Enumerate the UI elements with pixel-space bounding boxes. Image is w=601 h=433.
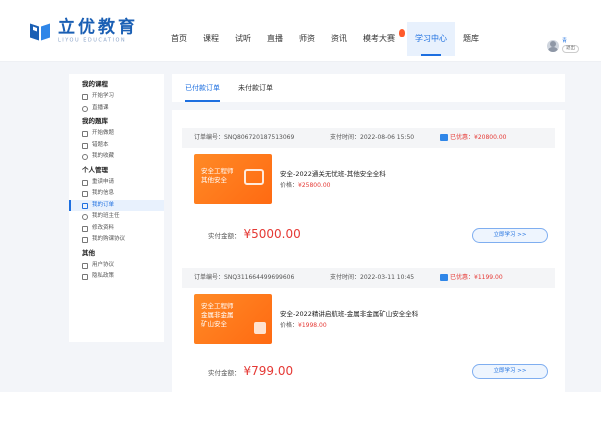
thumbnail-text: 安全工程师 其他安全	[201, 167, 234, 184]
sidebar-item-agreement[interactable]: 我的购课协议	[69, 234, 164, 246]
edit-icon	[82, 225, 88, 232]
paid-amount: 实付金额： ¥5000.00	[208, 227, 301, 241]
mine-cart-icon	[254, 322, 266, 334]
coupon-amount: 已优惠：¥20800.00	[450, 134, 507, 141]
main-nav: 首页 课程 试听 直播 师资 资讯 模考大赛 学习中心 题库	[163, 22, 487, 62]
order-header: 订单编号：SNQ311664499699606 支付时间：2022-03-11 …	[182, 268, 555, 288]
tab-paid-orders[interactable]: 已付款订单	[185, 74, 220, 102]
coupon-icon	[440, 134, 448, 141]
pencil-icon	[82, 131, 88, 137]
message-icon	[82, 191, 88, 197]
user-name[interactable]: 青	[562, 38, 579, 44]
sidebar-item-teacher[interactable]: 我的班主任	[69, 211, 164, 223]
nav-study-center[interactable]: 学习中心	[407, 22, 455, 56]
orders-panel: 订单编号：SNQ806720187513069 支付时间：2022-08-06 …	[172, 110, 565, 392]
book-icon	[82, 142, 88, 149]
person-icon	[82, 214, 88, 220]
order-number: 订单编号：SNQ806720187513069	[194, 134, 295, 141]
logout-button[interactable]: 退出	[562, 45, 579, 53]
logo[interactable]: 立优教育 LIYOU EDUCATION	[28, 19, 138, 44]
nav-trial[interactable]: 试听	[227, 22, 259, 56]
sidebar-group-personal: 个人管理	[82, 165, 108, 174]
brand-name: 立优教育	[58, 17, 138, 38]
course-thumbnail[interactable]: 安全工程师 其他安全	[194, 154, 272, 204]
play-icon	[82, 94, 88, 100]
pay-time: 支付时间：2022-08-06 15:50	[330, 134, 415, 141]
course-price: 价格：¥1998.00	[280, 322, 327, 329]
nav-news[interactable]: 资讯	[323, 22, 355, 56]
sidebar-group-questions: 我的题库	[82, 117, 108, 125]
order-header: 订单编号：SNQ806720187513069 支付时间：2022-08-06 …	[182, 128, 555, 148]
sidebar-item-start-study[interactable]: 开始学习	[69, 91, 164, 103]
course-price: 价格：¥25800.00	[280, 182, 331, 189]
order-icon	[82, 202, 88, 209]
course-thumbnail[interactable]: 安全工程师 金属非金属 矿山安全	[194, 294, 272, 344]
helmet-icon	[244, 169, 264, 185]
sidebar-item-messages[interactable]: 我的信息	[69, 188, 164, 200]
contract-icon	[82, 237, 88, 243]
document-icon	[82, 262, 88, 269]
sidebar-item-favorites[interactable]: 我的收藏	[69, 151, 164, 163]
course-title[interactable]: 安全-2022精讲启航班-金属非金属矿山安全全科	[280, 308, 418, 318]
sidebar-item-user-agreement[interactable]: 用户协议	[69, 260, 164, 272]
nav-mock-exam[interactable]: 模考大赛	[355, 22, 407, 56]
nav-home[interactable]: 首页	[163, 22, 195, 56]
sidebar: 我的课程 开始学习 直播课 我的题库 开始做题 错题本 我的收藏 个人管理 重读…	[69, 74, 164, 342]
order-number: 订单编号：SNQ311664499699606	[194, 274, 295, 281]
sidebar-item-start-practice[interactable]: 开始做题	[69, 128, 164, 140]
coupon-amount: 已优惠：¥1199.00	[450, 274, 503, 281]
coupon-icon	[440, 274, 448, 281]
logo-book-icon	[30, 23, 50, 40]
sidebar-item-privacy[interactable]: 隐私政策	[69, 271, 164, 283]
shield-icon	[82, 274, 88, 280]
star-icon	[82, 154, 88, 160]
nav-live[interactable]: 直播	[259, 22, 291, 56]
header: 立优教育 LIYOU EDUCATION 首页 课程 试听 直播 师资 资讯 模…	[0, 0, 601, 62]
order-tabs: 已付款订单 未付款订单	[172, 74, 565, 102]
live-icon	[82, 105, 88, 112]
document-icon	[82, 179, 88, 186]
study-now-button[interactable]: 立即学习 >>	[472, 364, 548, 379]
app: 立优教育 LIYOU EDUCATION 首页 课程 试听 直播 师资 资讯 模…	[0, 0, 601, 433]
thumbnail-text: 安全工程师 金属非金属 矿山安全	[201, 302, 234, 328]
user-area: 青 退出	[547, 38, 579, 53]
paid-amount: 实付金额： ¥799.00	[208, 364, 294, 378]
study-now-button[interactable]: 立即学习 >>	[472, 228, 548, 243]
sidebar-item-live[interactable]: 直播课	[69, 103, 164, 115]
sidebar-item-edit-profile[interactable]: 修改资料	[69, 223, 164, 235]
sidebar-item-wrong-book[interactable]: 错题本	[69, 140, 164, 152]
page-footer-area	[0, 392, 601, 433]
brand-subtitle: LIYOU EDUCATION	[58, 37, 127, 44]
nav-question-bank[interactable]: 题库	[455, 22, 487, 56]
nav-courses[interactable]: 课程	[195, 22, 227, 56]
avatar-icon[interactable]	[547, 39, 559, 52]
sidebar-group-other: 其他	[82, 248, 95, 257]
sidebar-item-retake[interactable]: 重读申请	[69, 177, 164, 189]
nav-teachers[interactable]: 师资	[291, 22, 323, 56]
sidebar-item-orders[interactable]: 我的订单	[69, 199, 164, 211]
sidebar-group-courses: 我的课程	[82, 80, 108, 88]
order-card: 订单编号：SNQ806720187513069 支付时间：2022-08-06 …	[182, 128, 555, 263]
hot-flame-icon	[399, 29, 405, 37]
nav-mock-exam-label: 模考大赛	[363, 34, 395, 43]
course-title[interactable]: 安全-2022通关无忧班-其他安全全科	[280, 168, 386, 178]
tab-unpaid-orders[interactable]: 未付款订单	[238, 74, 273, 102]
pay-time: 支付时间：2022-03-11 10:45	[330, 274, 415, 281]
order-card: 订单编号：SNQ311664499699606 支付时间：2022-03-11 …	[182, 268, 555, 392]
